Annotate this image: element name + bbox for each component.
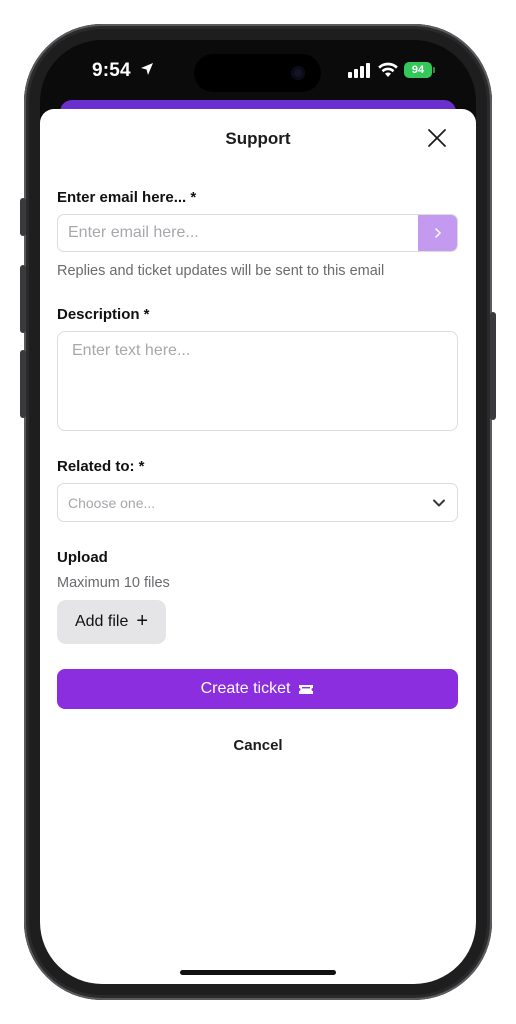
email-input[interactable] xyxy=(58,215,438,251)
create-ticket-label: Create ticket xyxy=(200,680,291,697)
sheet-title: Support xyxy=(225,129,291,148)
screen: 9:54 94 Support Enter email here... * En… xyxy=(40,40,476,984)
clock: 9:54 xyxy=(92,60,154,82)
add-file-label: Add file xyxy=(74,613,129,630)
chevron-down-icon xyxy=(433,499,445,507)
wifi-icon xyxy=(377,62,399,83)
upload-hint: Maximum 10 files xyxy=(57,575,170,591)
clock-time: 9:54 xyxy=(92,60,131,81)
cellular-signal-icon xyxy=(348,62,372,78)
status-bar: 9:54 94 xyxy=(40,40,476,104)
email-field xyxy=(57,214,458,252)
power-button xyxy=(490,312,496,420)
location-arrow-icon xyxy=(140,60,154,82)
related-select[interactable]: Choose one... xyxy=(57,483,458,522)
front-camera xyxy=(291,66,305,80)
description-textarea[interactable] xyxy=(57,331,458,431)
home-indicator[interactable] xyxy=(180,970,336,975)
support-sheet: Support Enter email here... * Replies an… xyxy=(40,109,476,984)
close-button[interactable] xyxy=(426,127,448,149)
upload-label: Upload xyxy=(57,549,108,566)
chevron-right-icon xyxy=(434,228,441,238)
volume-up-button xyxy=(20,265,26,333)
battery-icon: 94 xyxy=(404,62,432,78)
related-select-value: Choose one... xyxy=(68,495,156,511)
add-file-button[interactable]: Add file + xyxy=(57,600,166,644)
battery-tip xyxy=(433,67,435,73)
create-ticket-button[interactable]: Create ticket xyxy=(57,669,458,709)
description-label: Description * xyxy=(57,306,150,323)
plus-icon: + xyxy=(136,610,149,632)
email-label: Enter email here... * xyxy=(57,189,197,206)
close-icon xyxy=(428,129,446,147)
volume-down-button xyxy=(20,350,26,418)
email-hint: Replies and ticket updates will be sent … xyxy=(57,263,385,279)
dynamic-island xyxy=(194,54,321,92)
action-button xyxy=(20,198,26,236)
battery-level: 94 xyxy=(411,64,425,76)
cancel-button[interactable]: Cancel xyxy=(40,737,476,754)
ticket-icon xyxy=(299,684,314,694)
email-submit-button[interactable] xyxy=(418,215,457,251)
related-label: Related to: * xyxy=(57,458,145,475)
